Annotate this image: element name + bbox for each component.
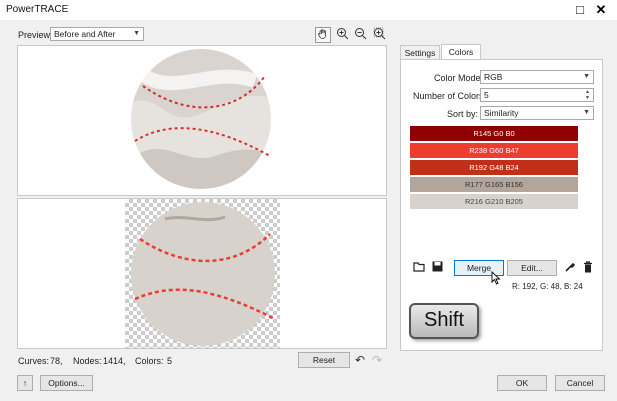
tab-settings[interactable]: Settings — [400, 45, 440, 60]
after-preview-pane[interactable] — [17, 198, 387, 349]
shift-key-overlay: Shift — [409, 303, 479, 339]
before-preview-pane[interactable] — [17, 45, 387, 196]
preview-select-value: Before and After — [54, 29, 116, 39]
open-palette-icon[interactable] — [411, 261, 427, 277]
colors-value: 5 — [167, 356, 173, 366]
undo-icon[interactable]: ↶ — [352, 352, 368, 368]
color-swatch-5[interactable]: R216 G210 B205 — [410, 194, 578, 209]
num-colors-input[interactable]: 5 ▲ ▼ — [480, 88, 594, 102]
color-swatch-2[interactable]: R238 G60 B47 — [410, 143, 578, 158]
sort-by-label: Sort by: — [447, 109, 479, 119]
num-colors-label: Number of Colors: — [413, 91, 487, 101]
maximize-button[interactable]: □ — [572, 2, 588, 18]
options-button[interactable]: Options... — [40, 375, 93, 391]
color-swatch-3[interactable]: R192 G48 B24 — [410, 160, 578, 175]
ok-button[interactable]: OK — [497, 375, 547, 391]
reset-button[interactable]: Reset — [298, 352, 350, 368]
color-swatch-1[interactable]: R145 G0 B0 — [410, 126, 578, 141]
help-button[interactable]: ↑ — [17, 375, 33, 391]
eyedropper-icon[interactable] — [562, 261, 578, 277]
color-mode-select[interactable]: RGB ▼ — [480, 70, 594, 84]
nodes-value: 1414, — [103, 356, 126, 366]
before-image — [125, 46, 280, 195]
edit-button[interactable]: Edit... — [507, 260, 557, 276]
sort-by-value: Similarity — [484, 108, 519, 118]
color-mode-value: RGB — [484, 72, 503, 82]
sort-by-select[interactable]: Similarity ▼ — [480, 106, 594, 120]
colors-label: Colors: — [135, 356, 164, 366]
title-bar: PowerTRACE □ ✕ — [0, 0, 617, 20]
pan-icon[interactable] — [315, 27, 331, 43]
preview-select[interactable]: Before and After ▼ — [50, 27, 144, 41]
chevron-down-icon: ▼ — [583, 73, 590, 80]
chevron-down-icon: ▼ — [133, 30, 140, 37]
close-button[interactable]: ✕ — [593, 2, 609, 18]
spinner-icon[interactable]: ▲ ▼ — [585, 89, 590, 101]
num-colors-value: 5 — [484, 90, 489, 100]
curves-label: Curves: — [18, 356, 50, 366]
save-palette-icon[interactable] — [429, 261, 445, 277]
tab-colors[interactable]: Colors — [441, 44, 481, 60]
color-mode-label: Color Mode: — [434, 73, 484, 83]
after-image — [125, 199, 280, 348]
delete-icon[interactable] — [580, 261, 596, 277]
zoom-in-icon[interactable] — [334, 27, 350, 43]
chevron-down-icon: ▼ — [583, 109, 590, 116]
selected-rgb-readout: R: 192, G: 48, B: 24 — [512, 282, 583, 291]
color-swatch-4[interactable]: R177 G165 B156 — [410, 177, 578, 192]
nodes-label: Nodes: — [73, 356, 102, 366]
cursor-icon — [491, 270, 501, 287]
cancel-button[interactable]: Cancel — [555, 375, 605, 391]
preview-label: Preview: — [18, 30, 53, 40]
window-title: PowerTRACE — [6, 4, 69, 15]
curves-value: 78, — [50, 356, 63, 366]
zoom-out-icon[interactable] — [352, 27, 368, 43]
redo-icon[interactable]: ↷ — [369, 352, 385, 368]
zoom-fit-icon[interactable] — [371, 27, 387, 43]
